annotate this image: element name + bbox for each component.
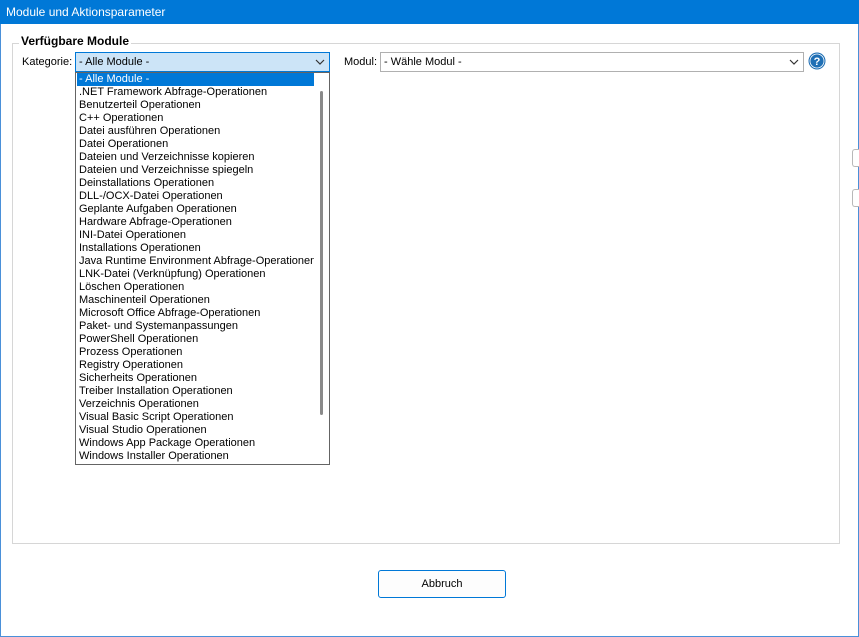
dropdown-option[interactable]: Installations Operationen <box>77 242 314 255</box>
dropdown-option[interactable]: PowerShell Operationen <box>77 333 314 346</box>
dropdown-option[interactable]: Benutzerteil Operationen <box>77 99 314 112</box>
background-window-control-edge <box>852 149 859 167</box>
chevron-down-icon <box>789 59 799 65</box>
dropdown-option[interactable]: LNK-Datei (Verknüpfung) Operationen <box>77 268 314 281</box>
dropdown-option[interactable]: INI-Datei Operationen <box>77 229 314 242</box>
kategorie-options: - Alle Module - .NET Framework Abfrage-Op… <box>77 73 314 463</box>
dropdown-option[interactable]: Geplante Aufgaben Operationen <box>77 203 314 216</box>
modul-combobox[interactable]: - Wähle Modul - <box>380 52 804 72</box>
dropdown-option[interactable]: Visual Studio Operationen <box>77 424 314 437</box>
dropdown-option[interactable]: C++ Operationen <box>77 112 314 125</box>
dropdown-scrollbar[interactable] <box>315 73 329 464</box>
dropdown-option[interactable]: DLL-/OCX-Datei Operationen <box>77 190 314 203</box>
dropdown-option[interactable]: Hardware Abfrage-Operationen <box>77 216 314 229</box>
dropdown-option[interactable]: Löschen Operationen <box>77 281 314 294</box>
window-title-bar[interactable]: Module und Aktionsparameter <box>0 0 859 24</box>
dropdown-option[interactable]: Visual Basic Script Operationen <box>77 411 314 424</box>
dropdown-option[interactable]: - Alle Module - <box>77 73 314 86</box>
dropdown-option[interactable]: Registry Operationen <box>77 359 314 372</box>
dropdown-option[interactable]: Sicherheits Operationen <box>77 372 314 385</box>
kategorie-label: Kategorie: <box>22 56 73 68</box>
svg-text:?: ? <box>814 56 821 68</box>
group-title: Verfügbare Module <box>19 34 132 48</box>
kategorie-combobox[interactable]: - Alle Module - <box>75 52 330 72</box>
modul-selected-value: - Wähle Modul - <box>384 56 462 68</box>
dropdown-option[interactable]: Treiber Installation Operationen <box>77 385 314 398</box>
dropdown-option[interactable]: Maschinenteil Operationen <box>77 294 314 307</box>
dropdown-option[interactable]: Verzeichnis Operationen <box>77 398 314 411</box>
dropdown-option[interactable]: Dateien und Verzeichnisse spiegeln <box>77 164 314 177</box>
dropdown-option[interactable]: Deinstallations Operationen <box>77 177 314 190</box>
background-window-control-edge <box>852 189 859 207</box>
dropdown-option[interactable]: Paket- und Systemanpassungen <box>77 320 314 333</box>
dropdown-option[interactable]: Windows App Package Operationen <box>77 437 314 450</box>
dropdown-option[interactable]: Prozess Operationen <box>77 346 314 359</box>
dropdown-option[interactable]: Microsoft Office Abfrage-Operationen <box>77 307 314 320</box>
scrollbar-thumb[interactable] <box>320 91 323 415</box>
kategorie-dropdown-list[interactable]: - Alle Module - .NET Framework Abfrage-Op… <box>75 72 330 465</box>
dropdown-option[interactable]: Windows Installer Operationen <box>77 450 314 463</box>
window-title: Module und Aktionsparameter <box>6 5 166 19</box>
dropdown-option[interactable]: Dateien und Verzeichnisse kopieren <box>77 151 314 164</box>
kategorie-selected-value: - Alle Module - <box>79 56 150 68</box>
help-icon[interactable]: ? <box>808 52 826 70</box>
dropdown-option[interactable]: Datei Operationen <box>77 138 314 151</box>
dropdown-option[interactable]: Datei ausführen Operationen <box>77 125 314 138</box>
chevron-down-icon <box>315 59 325 65</box>
dropdown-option[interactable]: Java Runtime Environment Abfrage-Operati… <box>77 255 314 268</box>
cancel-button[interactable]: Abbruch <box>378 570 506 598</box>
dropdown-option[interactable]: .NET Framework Abfrage-Operationen <box>77 86 314 99</box>
modul-label: Modul: <box>344 56 378 68</box>
